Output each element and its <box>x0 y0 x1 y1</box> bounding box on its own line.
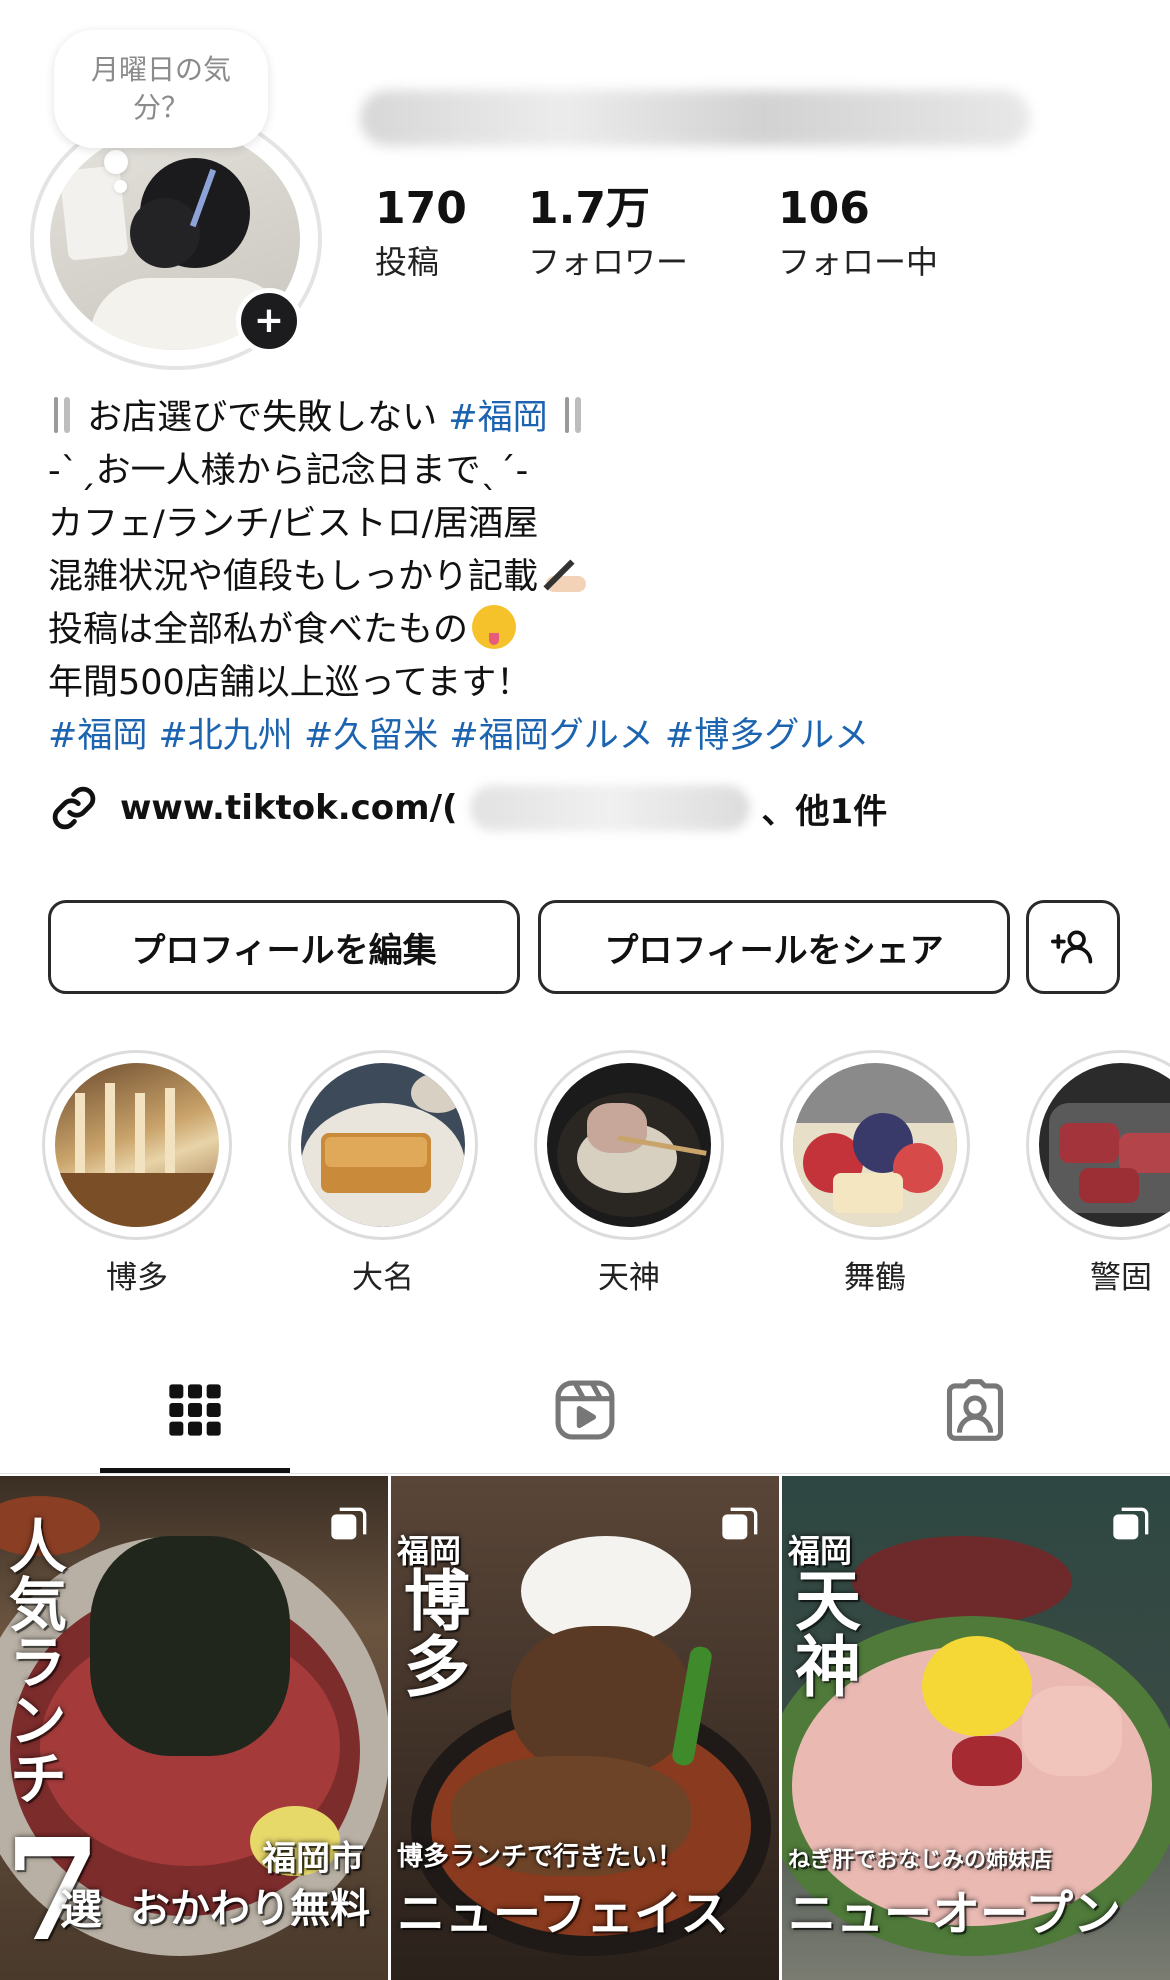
fork-knife-icon <box>559 395 587 435</box>
bio: お店選びで失敗しない #福岡 -ˋˏお一人様から記念日までˎˊ- カフェ/ランチ… <box>48 392 1128 763</box>
tab-reels[interactable] <box>535 1370 635 1450</box>
note-bubble-tail <box>104 150 128 174</box>
hashtag-link[interactable]: #博多グルメ <box>665 716 869 756</box>
status-note-text: 月曜日の気分？ <box>90 53 231 124</box>
post-area-big: 博多 <box>393 1566 471 1698</box>
add-person-icon <box>1051 930 1093 964</box>
bio-line-3: カフェ/ランチ/ビストロ/居酒屋 <box>48 504 539 544</box>
highlight-hakata[interactable]: 博多 <box>42 1050 232 1298</box>
add-story-button[interactable]: + <box>236 288 302 354</box>
highlight-cover <box>55 1063 219 1227</box>
bio-line-1-text: お店選びで失敗しない <box>87 398 449 438</box>
link-more[interactable]: 、他1件 <box>762 784 888 833</box>
note-bubble-tail-small <box>114 180 127 193</box>
stat-followers-label: フォロワー <box>528 243 689 281</box>
writing-hand-icon <box>542 554 592 594</box>
bio-line-6: 年間500店舗以上巡ってます！ <box>48 663 532 703</box>
link-text[interactable]: www.tiktok.com/( <box>120 788 458 828</box>
highlight-ring <box>288 1050 478 1240</box>
post-subtitle: 博多ランチで行きたい！ <box>397 1842 684 1872</box>
hashtag-link[interactable]: #福岡 <box>48 716 147 756</box>
status-note[interactable]: 月曜日の気分？ <box>54 30 268 148</box>
post-number-suffix: 選 <box>60 1885 103 1934</box>
bio-hashtags: #福岡 #北九州 #久留米 #福岡グルメ #博多グルメ <box>48 710 1128 763</box>
fork-knife-icon <box>48 395 76 435</box>
tab-posts-grid[interactable] <box>145 1370 245 1450</box>
highlight-label: 博多 <box>106 1260 168 1296</box>
highlight-label: 大名 <box>352 1260 414 1296</box>
post-corner-text: 福岡市 <box>262 1839 364 1879</box>
carousel-icon <box>331 1507 367 1540</box>
stat-posts[interactable]: 170 投稿 <box>375 182 467 286</box>
hashtag-link[interactable]: #福岡グルメ <box>449 716 653 756</box>
edit-profile-button[interactable]: プロフィールを編集 <box>48 900 520 994</box>
highlight-cover <box>793 1063 957 1227</box>
highlight-cover <box>547 1063 711 1227</box>
bio-line-5: 投稿は全部私が食べたもの <box>48 604 1128 657</box>
discover-people-button[interactable] <box>1026 900 1120 994</box>
highlight-cover <box>1039 1063 1170 1227</box>
bio-line-5-text: 投稿は全部私が食べたもの <box>48 610 469 650</box>
carousel-icon <box>722 1507 758 1540</box>
external-link[interactable]: www.tiktok.com/( 、他1件 <box>48 780 887 836</box>
stat-following-label: フォロー中 <box>778 243 939 281</box>
stat-followers[interactable]: 1.7万 フォロワー <box>528 182 688 286</box>
link-redacted <box>469 785 750 831</box>
highlight-label: 天神 <box>598 1260 660 1296</box>
hashtag-link[interactable]: #久留米 <box>304 716 438 756</box>
post-caption: ニューオープン <box>788 1886 1122 1942</box>
drooling-face-icon <box>472 605 517 649</box>
highlight-maizuru[interactable]: 舞鶴 <box>780 1050 970 1298</box>
plus-icon: + <box>253 300 285 341</box>
bio-line-1: お店選びで失敗しない #福岡 <box>48 392 1128 445</box>
post-area-big: 天神 <box>784 1566 862 1698</box>
post-thumbnail[interactable]: 福岡 天神 ねぎ肝でおなじみの姉妹店 ニューオープン <box>782 1476 1170 1980</box>
highlight-tenjin[interactable]: 天神 <box>534 1050 724 1298</box>
highlight-clip: 警固 <box>1026 1050 1170 1310</box>
bio-line-4: 混雑状況や値段もしっかり記載 <box>48 551 1128 604</box>
highlight-daimyo[interactable]: 大名 <box>288 1050 478 1298</box>
stat-followers-value: 1.7万 <box>528 183 650 234</box>
stat-following[interactable]: 106 フォロー中 <box>778 182 938 286</box>
highlight-ring <box>42 1050 232 1240</box>
carousel-icon <box>1113 1507 1149 1540</box>
reels-icon <box>555 1380 615 1440</box>
hashtag-link[interactable]: #福岡 <box>448 398 547 438</box>
post-thumbnail[interactable]: 福岡 博多 博多ランチで行きたい！ ニューフェイス <box>391 1476 779 1980</box>
stat-posts-value: 170 <box>375 183 467 234</box>
highlight-ring <box>1026 1050 1170 1240</box>
highlight-cover <box>301 1063 465 1227</box>
hashtag-link[interactable]: #北九州 <box>158 716 292 756</box>
username-redacted <box>360 90 1030 146</box>
post-caption: おかわり無料 <box>130 1885 370 1932</box>
bio-line-4-text: 混雑状況や値段もしっかり記載 <box>48 557 539 597</box>
highlight-ring <box>780 1050 970 1240</box>
stat-posts-label: 投稿 <box>375 243 440 281</box>
post-side-text: 人気ランチ <box>0 1516 67 1806</box>
share-profile-button[interactable]: プロフィールをシェア <box>538 900 1010 994</box>
highlight-kego[interactable]: 警固 <box>1026 1050 1170 1298</box>
tab-tagged[interactable] <box>925 1370 1025 1450</box>
highlight-label: 舞鶴 <box>844 1260 906 1296</box>
stat-following-value: 106 <box>778 183 870 234</box>
post-subtitle: ねぎ肝でおなじみの姉妹店 <box>788 1847 1053 1873</box>
highlight-label: 警固 <box>1090 1260 1152 1296</box>
post-caption: ニューフェイス <box>397 1886 729 1942</box>
post-thumbnail[interactable]: 人気ランチ 7 選 福岡市 おかわり無料 <box>0 1476 388 1980</box>
grid-icon <box>169 1384 221 1436</box>
bio-line-2: -ˋˏお一人様から記念日までˎˊ- <box>48 451 529 491</box>
link-icon <box>52 786 96 830</box>
tagged-icon <box>946 1379 1004 1441</box>
tab-divider <box>0 1473 1170 1474</box>
active-tab-indicator <box>100 1468 290 1473</box>
highlight-ring <box>534 1050 724 1240</box>
